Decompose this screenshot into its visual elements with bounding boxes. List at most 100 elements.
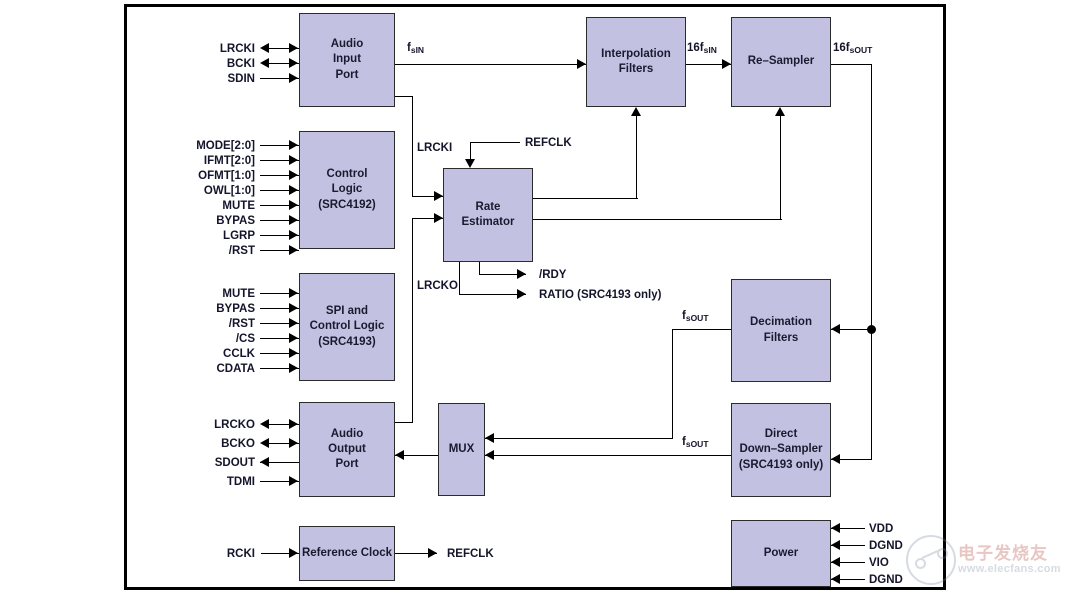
watermark-site-name: 电子发烧友 — [958, 544, 1048, 564]
arrow-lrcko-out — [260, 419, 269, 429]
block-reference-clock: Reference Clock — [299, 526, 395, 581]
block-spi-control-logic-line-0: SPI and — [325, 305, 369, 318]
pin-label-dgnd2: DGND — [869, 574, 903, 586]
block-control-logic-line-1: Logic — [331, 183, 363, 196]
wire-ratio-h — [459, 294, 526, 295]
block-interpolation-filters-line-1: Filters — [618, 63, 654, 75]
arrow-bypas-cl — [289, 215, 298, 225]
block-direct-down-sampler-line-1: Down–Sampler — [739, 443, 823, 456]
diagram-outer-frame: Audio Input Port Control Logic (SRC4192)… — [124, 4, 946, 590]
signal-label-16fsin: 16fsIN — [687, 42, 717, 55]
arrow-refclk-rate — [465, 159, 475, 168]
pin-label-sdout: SDOUT — [214, 457, 255, 469]
signal-label-ratio: RATIO (SRC4193 only) — [539, 289, 662, 301]
pin-label-rst-spi: /RST — [228, 318, 255, 330]
signal-label-refclk-rate: REFCLK — [525, 137, 572, 149]
block-power-line-0: Power — [763, 546, 799, 559]
block-interpolation-filters: Interpolation Filters — [586, 17, 686, 107]
arrow-mode — [289, 140, 298, 150]
wire-ratio-v — [459, 262, 460, 295]
pin-label-lgrp: LGRP — [223, 230, 255, 242]
block-re-sampler: Re–Sampler — [731, 17, 831, 107]
wire-decim-out-v — [672, 329, 673, 439]
signal-label-fsout-dds: fsOUT — [682, 436, 709, 449]
arrow-dgnd2 — [831, 574, 840, 584]
arrow-bcko-in — [289, 438, 298, 448]
arrow-sdin-in — [289, 73, 298, 83]
block-direct-down-sampler: Direct Down–Sampler (SRC4193 only) — [731, 403, 831, 497]
block-audio-output-port-line-1: Output — [328, 442, 366, 455]
pin-label-rcki: RCKI — [226, 548, 255, 560]
block-spi-control-logic: SPI and Control Logic (SRC4193) — [299, 273, 395, 381]
pin-label-ifmt: IFMT[2:0] — [203, 155, 255, 167]
pin-label-rst-cl: /RST — [228, 245, 255, 257]
wire-refclk-to-rate-h — [470, 142, 520, 143]
pin-label-cs: /CS — [235, 333, 255, 345]
arrow-cdata — [289, 363, 298, 373]
pin-label-mode: MODE[2:0] — [196, 140, 255, 152]
pin-label-mute-spi: MUTE — [222, 288, 255, 300]
arrow-tdmi — [289, 476, 298, 486]
block-re-sampler-line-0: Re–Sampler — [747, 55, 815, 68]
signal-label-rdy: /RDY — [539, 269, 567, 281]
pin-label-dgnd1: DGND — [869, 540, 903, 552]
pin-label-mute-cl: MUTE — [222, 200, 255, 212]
block-diagram-canvas: Audio Input Port Control Logic (SRC4192)… — [0, 0, 1074, 594]
arrow-rst-cl — [289, 245, 298, 255]
arrow-sdout — [260, 457, 269, 467]
signal-label-16fsout: 16fsOUT — [833, 42, 872, 55]
arrow-rcki — [289, 548, 298, 558]
wire-rate-to-resampler-h — [533, 219, 782, 220]
wire-aop-top-h — [395, 422, 413, 423]
arrow-vdd — [831, 523, 840, 533]
pin-label-lrcko: LRCKO — [214, 419, 255, 431]
signal-fsin-sub: sIN — [410, 45, 425, 55]
block-control-logic: Control Logic (SRC4192) — [299, 131, 395, 249]
arrow-ifmt — [289, 155, 298, 165]
block-rate-estimator: Rate Estimator — [443, 168, 533, 262]
arrow-dds-to-mux — [485, 450, 494, 460]
block-audio-input-port: Audio Input Port — [299, 13, 395, 107]
signal-16fsin-prefix: 16f — [687, 42, 704, 54]
arrow-bcki-out — [260, 58, 269, 68]
arrow-bcki-in — [289, 58, 298, 68]
arrow-bypas-spi — [289, 303, 298, 313]
arrow-rate-resampler — [775, 107, 785, 116]
block-audio-input-port-line-0: Audio — [330, 38, 364, 51]
block-decimation-filters-line-1: Filters — [763, 331, 799, 344]
wire-16fsout-top — [831, 64, 872, 65]
arrow-lgrp — [289, 230, 298, 240]
arrow-cclk — [289, 348, 298, 358]
watermark-node-icon-1 — [915, 558, 926, 569]
block-audio-output-port: Audio Output Port — [299, 402, 395, 497]
arrow-bus-to-decimation — [831, 324, 840, 334]
pin-label-bypas-spi: BYPAS — [216, 303, 255, 315]
wire-rate-to-resampler-v — [780, 116, 781, 219]
wire-16fsout-bus — [871, 64, 872, 460]
pin-label-ofmt: OFMT[1:0] — [198, 170, 255, 182]
wire-decim-out-h1 — [672, 329, 731, 330]
pin-label-bypas-cl: BYPAS — [216, 215, 255, 227]
block-reference-clock-line-0: Reference Clock — [301, 546, 393, 559]
signal-16fsin-sub: sIN — [703, 45, 717, 55]
watermark-site-url: www.elecfans.com — [958, 563, 1061, 575]
arrow-lrcko-rate — [434, 213, 443, 223]
block-control-logic-line-2: (SRC4192) — [318, 198, 376, 211]
block-control-logic-line-0: Control — [326, 168, 368, 181]
pin-label-bcki: BCKI — [226, 58, 255, 70]
signal-label-fsin: fsIN — [407, 42, 425, 55]
pin-label-owl: OWL[1:0] — [203, 185, 255, 197]
watermark-ring-icon — [906, 535, 956, 585]
signal-fsout-a-sub: sOUT — [685, 313, 709, 323]
arrow-ratio — [517, 289, 526, 299]
block-decimation-filters-line-0: Decimation — [750, 316, 812, 329]
arrow-fsin — [577, 59, 586, 69]
arrow-owl — [289, 185, 298, 195]
arrow-lrcki-out — [260, 43, 269, 53]
arrow-lrcko-in — [289, 419, 298, 429]
signal-fsout-b-sub: sOUT — [685, 439, 709, 449]
pin-label-vdd: VDD — [869, 523, 894, 535]
wire-rate-to-interp-v — [636, 116, 637, 198]
signal-label-fsout-decim: fsOUT — [682, 310, 709, 323]
arrow-bcko-out — [260, 438, 269, 448]
